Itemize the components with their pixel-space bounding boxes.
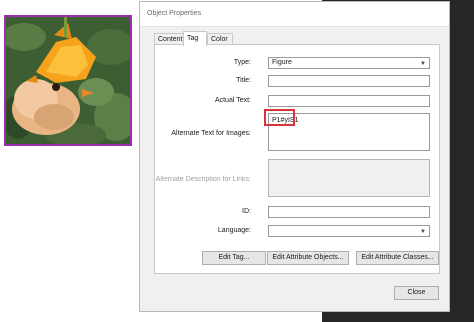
chevron-down-icon: ▼ (420, 229, 426, 235)
chevron-down-icon: ▼ (420, 61, 426, 67)
dialog-titlebar: Object Properties (140, 2, 449, 27)
title-label: Title: (236, 77, 251, 84)
tag-panel: Type: Figure ▼ Title: Actual Text: Alter… (154, 44, 440, 274)
figure-image[interactable] (4, 15, 132, 146)
id-field[interactable] (268, 206, 430, 218)
language-label: Language: (217, 227, 251, 234)
type-select[interactable]: Figure ▼ (268, 57, 430, 69)
edit-attribute-objects-button[interactable]: Edit Attribute Objects... (267, 251, 349, 265)
tab-color[interactable]: Color (207, 33, 233, 44)
tab-tag[interactable]: Tag (183, 31, 207, 46)
type-label: Type: (233, 59, 251, 66)
language-select[interactable]: ▼ (268, 225, 430, 237)
alt-text-highlight (264, 109, 295, 126)
chick-flower-illustration (6, 17, 130, 144)
alt-text-label: Alternate Text for Images: (171, 130, 251, 137)
edit-tag-button[interactable]: Edit Tag... (202, 251, 266, 265)
id-label: ID: (242, 208, 251, 215)
type-select-value: Figure (272, 59, 292, 66)
actual-text-field[interactable] (268, 95, 430, 107)
title-field[interactable] (268, 75, 430, 87)
alt-description-label: Alternate Description for Links: (155, 176, 251, 183)
dialog-title: Object Properties (147, 10, 202, 17)
tab-content[interactable]: Content (154, 33, 184, 44)
actual-text-label: Actual Text: (214, 97, 251, 104)
edit-attribute-classes-button[interactable]: Edit Attribute Classes... (356, 251, 439, 265)
object-properties-dialog: Object Properties Content Tag Color Type… (139, 1, 450, 312)
close-button[interactable]: Close (394, 286, 439, 300)
alt-description-field (268, 159, 430, 197)
